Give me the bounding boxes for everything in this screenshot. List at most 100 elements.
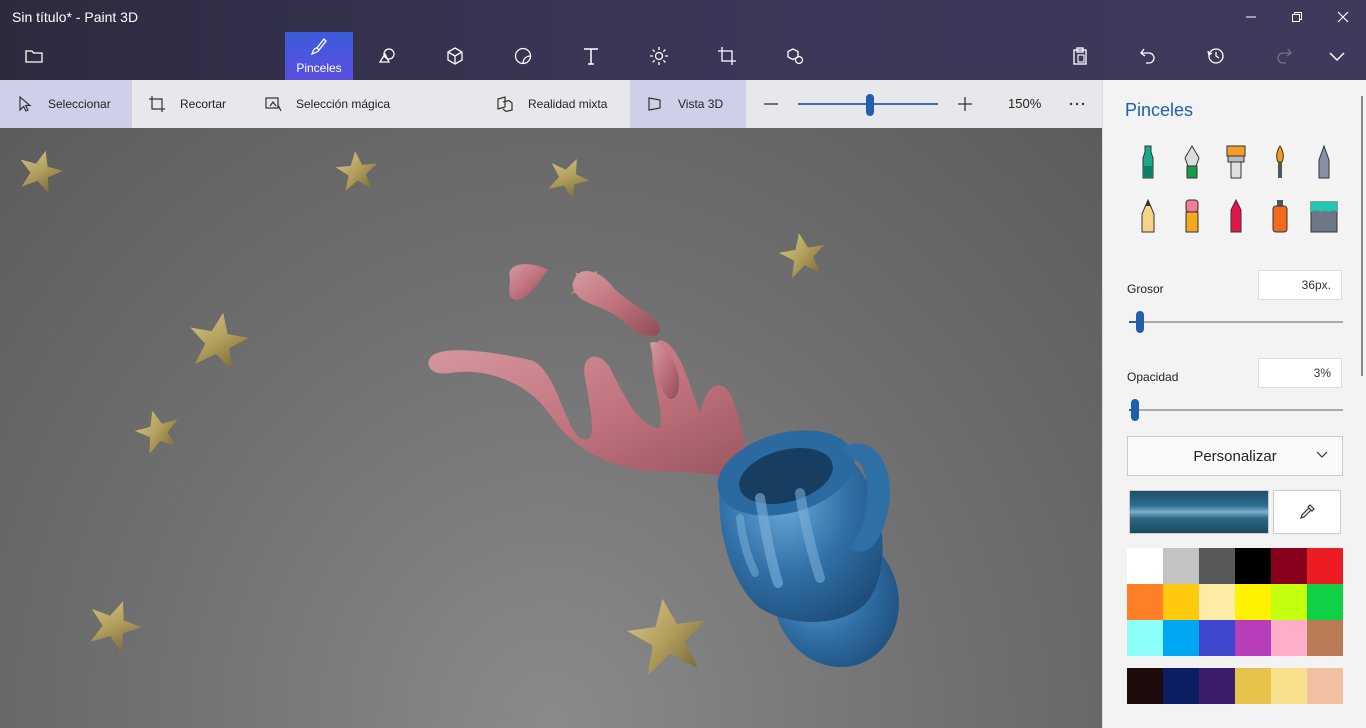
color-swatch[interactable] <box>1235 548 1271 584</box>
crop-button[interactable]: Recortar <box>148 80 226 128</box>
maximize-button[interactable] <box>1274 4 1320 30</box>
select-button[interactable]: Seleccionar <box>0 80 132 128</box>
custom-color-swatch[interactable] <box>1199 668 1235 704</box>
window-title: Sin título* - Paint 3D <box>12 9 139 25</box>
canvas-icon <box>718 47 736 65</box>
custom-color-swatch[interactable] <box>1271 668 1307 704</box>
panel-title: Pinceles <box>1125 100 1194 120</box>
tab-effects[interactable] <box>625 32 693 80</box>
tab-canvas[interactable] <box>693 32 761 80</box>
calligraphy-pen-icon[interactable] <box>1179 144 1205 180</box>
history-button[interactable] <box>1182 32 1250 80</box>
color-swatch[interactable] <box>1163 548 1199 584</box>
crop-label: Recortar <box>180 97 227 111</box>
blue-cup-3d-model <box>717 430 899 668</box>
minimize-icon <box>1246 16 1256 18</box>
marker-icon[interactable] <box>1135 144 1161 180</box>
library-3d-icon <box>787 48 804 65</box>
finish-dropdown[interactable]: Personalizar <box>1127 436 1343 476</box>
color-swatch[interactable] <box>1127 584 1163 620</box>
panel-scrollbar[interactable] <box>1361 96 1363 376</box>
undo-icon <box>1140 48 1155 64</box>
color-swatch[interactable] <box>1199 548 1235 584</box>
stickers-icon <box>514 47 532 65</box>
custom-color-swatch[interactable] <box>1163 668 1199 704</box>
canvas-3d-view[interactable] <box>0 128 1102 728</box>
more-options-button[interactable] <box>1068 80 1100 128</box>
tab-text[interactable] <box>557 32 625 80</box>
color-swatch[interactable] <box>1271 620 1307 656</box>
color-swatch[interactable] <box>1271 548 1307 584</box>
undo-button[interactable] <box>1114 32 1182 80</box>
tab-brushes[interactable]: Pinceles <box>285 32 353 80</box>
opacity-slider-track[interactable] <box>1129 409 1343 411</box>
crayon-icon[interactable] <box>1223 198 1249 234</box>
color-swatch[interactable] <box>1307 620 1343 656</box>
thickness-label: Grosor <box>1127 282 1164 296</box>
zoom-value: 150% <box>1008 96 1042 111</box>
tab-3d-shapes[interactable] <box>421 32 489 80</box>
menu-button[interactable] <box>0 32 68 80</box>
fill-bucket-icon[interactable] <box>1309 198 1339 234</box>
paste-button[interactable] <box>1046 32 1114 80</box>
spray-can-icon[interactable] <box>1267 198 1293 234</box>
thickness-input[interactable]: 36px. <box>1258 270 1342 300</box>
tab-stickers[interactable] <box>489 32 557 80</box>
mixed-reality-label: Realidad mixta <box>528 97 608 111</box>
minus-icon <box>764 103 778 105</box>
magic-select-icon <box>265 97 282 112</box>
title-bar: Sin título* - Paint 3D Pinceles <box>0 0 1366 80</box>
color-swatch[interactable] <box>1307 584 1343 620</box>
color-swatch[interactable] <box>1307 548 1343 584</box>
tab-2d-shapes[interactable] <box>353 32 421 80</box>
shapes-3d-icon <box>447 47 463 65</box>
opacity-slider-thumb[interactable] <box>1131 399 1139 421</box>
current-color-swatch[interactable] <box>1129 490 1269 534</box>
text-icon <box>584 48 598 65</box>
mixed-reality-button[interactable]: Realidad mixta <box>496 80 607 128</box>
opacity-input[interactable]: 3% <box>1258 358 1342 388</box>
zoom-slider-thumb[interactable] <box>866 94 874 116</box>
minimize-button[interactable] <box>1228 4 1274 30</box>
color-swatch[interactable] <box>1163 584 1199 620</box>
thickness-slider-thumb[interactable] <box>1136 311 1144 333</box>
color-swatch[interactable] <box>1199 620 1235 656</box>
custom-color-swatch[interactable] <box>1127 668 1163 704</box>
pencil-icon[interactable] <box>1135 198 1161 234</box>
more-icon <box>1069 102 1085 106</box>
oil-brush-icon[interactable] <box>1223 144 1249 180</box>
custom-color-swatch[interactable] <box>1235 668 1271 704</box>
plus-icon <box>958 97 972 111</box>
color-swatch[interactable] <box>1271 584 1307 620</box>
chevron-down-icon <box>1316 451 1328 458</box>
brush-icon <box>310 38 327 56</box>
thickness-slider-track[interactable] <box>1129 321 1343 323</box>
color-swatch[interactable] <box>1235 584 1271 620</box>
magic-select-label: Selección mágica <box>296 97 391 111</box>
expand-button[interactable] <box>1308 32 1366 80</box>
pixel-pen-icon[interactable] <box>1311 144 1337 180</box>
color-swatch[interactable] <box>1127 620 1163 656</box>
color-swatch[interactable] <box>1163 620 1199 656</box>
tab-3d-library[interactable] <box>761 32 829 80</box>
zoom-in-button[interactable] <box>956 80 988 128</box>
custom-color-swatch[interactable] <box>1307 668 1343 704</box>
restore-icon <box>1292 12 1302 22</box>
color-swatch[interactable] <box>1127 548 1163 584</box>
paint-splash <box>428 264 775 500</box>
eyedropper-button[interactable] <box>1273 490 1341 534</box>
view-3d-icon <box>648 97 661 111</box>
close-button[interactable] <box>1320 4 1366 30</box>
scene-artwork <box>13 145 899 678</box>
watercolor-icon[interactable] <box>1267 144 1293 180</box>
zoom-out-button[interactable] <box>762 80 794 128</box>
command-bar: Seleccionar Recortar Selección mágica Re… <box>0 80 1102 128</box>
view-3d-toggle[interactable]: Vista 3D <box>630 80 746 128</box>
eraser-icon[interactable] <box>1179 198 1205 234</box>
crop-icon <box>149 96 165 112</box>
eyedropper-icon <box>1300 504 1315 519</box>
history-icon <box>1207 48 1224 64</box>
color-swatch[interactable] <box>1235 620 1271 656</box>
color-swatch[interactable] <box>1199 584 1235 620</box>
magic-select-button[interactable]: Selección mágica <box>264 80 390 128</box>
